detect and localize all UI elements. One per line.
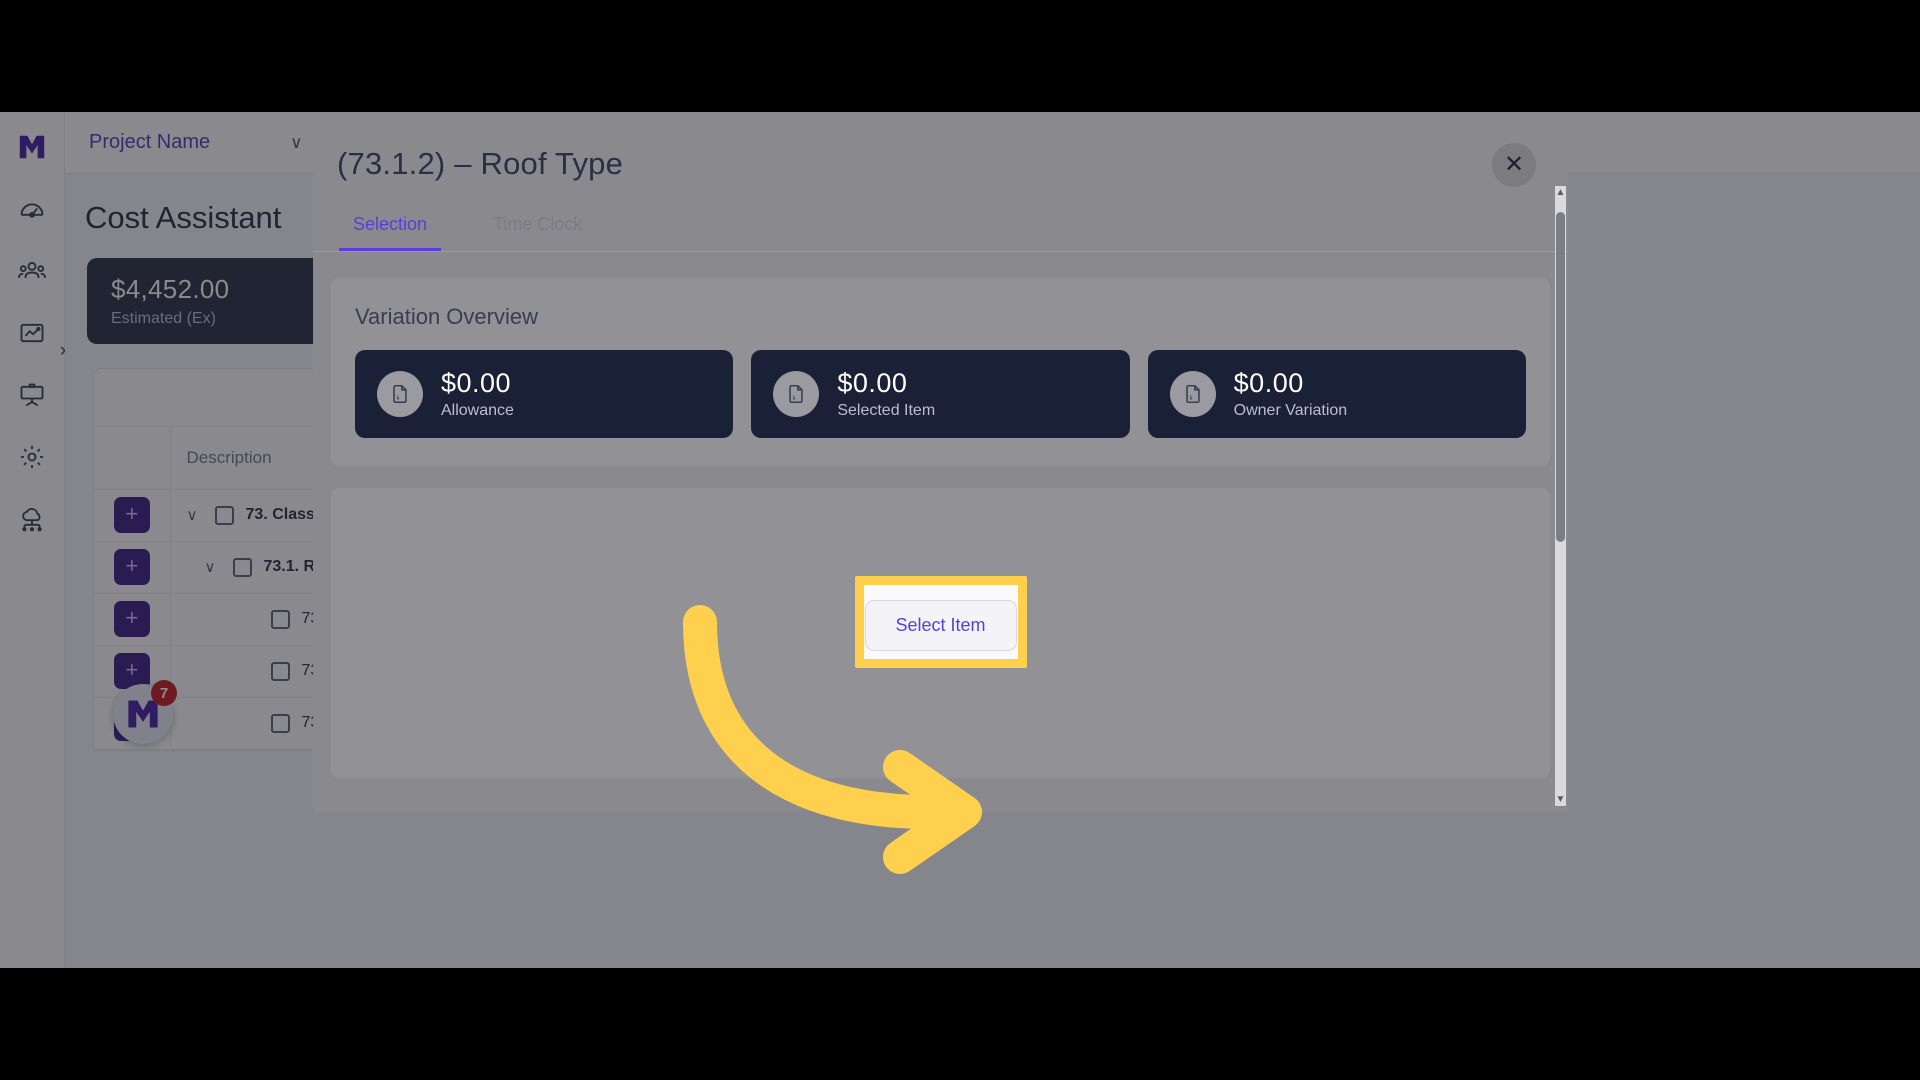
variation-cards: $0.00 Allowance $0.00 Selected Item $0.00 Own… bbox=[355, 350, 1526, 438]
document-icon bbox=[377, 371, 423, 417]
scroll-up-icon[interactable]: ▲ bbox=[1555, 186, 1566, 199]
variation-modal: (73.1.2) – Roof Type ✕ Selection Time Cl… bbox=[313, 112, 1568, 812]
variation-card-label: Allowance bbox=[441, 402, 514, 419]
variation-card-label: Selected Item bbox=[837, 402, 936, 419]
selection-panel: Select Item bbox=[331, 488, 1550, 778]
modal-body: Variation Overview $0.00 Allowance $0.00 Se… bbox=[313, 278, 1568, 812]
variation-card: $0.00 Owner Variation bbox=[1147, 350, 1526, 438]
document-icon bbox=[1169, 371, 1216, 417]
variation-card-value: $0.00 bbox=[837, 368, 908, 398]
scroll-down-icon[interactable]: ▼ bbox=[1555, 793, 1566, 806]
tab-time-clock[interactable]: Time Clock bbox=[479, 208, 596, 251]
close-icon[interactable]: ✕ bbox=[1492, 143, 1536, 187]
variation-card-text: $0.00 Allowance bbox=[441, 368, 514, 420]
variation-card: $0.00 Allowance bbox=[355, 350, 734, 438]
modal-title: (73.1.2) – Roof Type bbox=[337, 146, 624, 181]
variation-card-text: $0.00 Owner Variation bbox=[1234, 368, 1348, 420]
variation-card-label: Owner Variation bbox=[1233, 402, 1348, 419]
variation-card-value: $0.00 bbox=[441, 368, 512, 398]
variation-card-value: $0.00 bbox=[1233, 368, 1304, 398]
modal-header: (73.1.2) – Roof Type bbox=[313, 112, 1568, 182]
variation-overview-panel: Variation Overview $0.00 Allowance $0.00 Se… bbox=[331, 278, 1550, 466]
section-title: Variation Overview bbox=[355, 304, 538, 329]
select-item-button[interactable]: Select Item bbox=[864, 600, 1017, 651]
app-viewport: › Project Name ∨ Cost Assistant $4,452.0… bbox=[0, 112, 1920, 968]
variation-card-text: $0.00 Selected Item bbox=[837, 368, 935, 420]
modal-scrollbar[interactable]: ▲ ▼ bbox=[1555, 186, 1566, 806]
modal-tabs: Selection Time Clock bbox=[313, 208, 1568, 252]
document-icon bbox=[773, 371, 820, 417]
screen: › Project Name ∨ Cost Assistant $4,452.0… bbox=[0, 0, 1920, 1080]
scrollbar-thumb[interactable] bbox=[1556, 212, 1565, 542]
tab-selection[interactable]: Selection bbox=[339, 208, 442, 251]
variation-card: $0.00 Selected Item bbox=[751, 350, 1130, 438]
